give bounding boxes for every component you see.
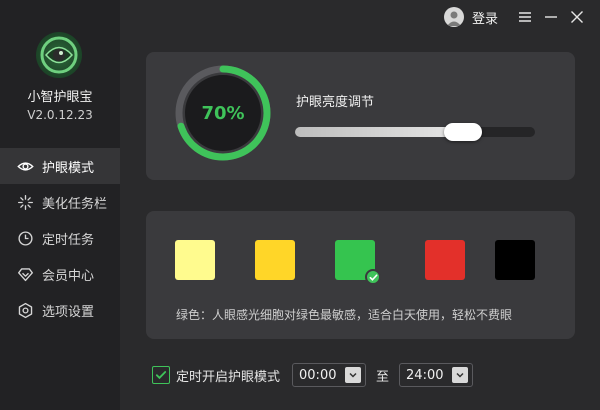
login-button[interactable]: 登录 xyxy=(443,7,498,27)
sidebar-item-taskbar[interactable]: 美化任务栏 xyxy=(0,184,120,220)
app-logo-icon xyxy=(36,32,82,78)
color-description: 绿色：人眼感光细胞对绿色最敏感，适合白天使用，轻松不费眼 xyxy=(176,308,513,322)
login-label: 登录 xyxy=(471,11,498,27)
avatar-icon xyxy=(443,7,464,27)
brightness-card: 70% 护眼亮度调节 xyxy=(146,52,575,180)
brightness-value: 70% xyxy=(201,102,245,124)
end-time-value: 24:00 xyxy=(406,367,444,383)
menu-button[interactable] xyxy=(512,0,538,34)
sparkle-icon xyxy=(16,193,34,211)
diamond-icon xyxy=(16,265,34,283)
sidebar-item-eye-mode[interactable]: 护眼模式 xyxy=(0,148,120,184)
chevron-down-icon xyxy=(452,367,469,383)
swatch-pale-yellow[interactable] xyxy=(175,240,215,280)
to-label: 至 xyxy=(376,369,390,385)
sidebar-nav: 护眼模式 美化任务栏 定时任务 会员中心 选项设置 xyxy=(0,148,120,328)
app-version: V2.0.12.23 xyxy=(27,108,93,122)
menu-icon xyxy=(519,12,531,22)
minimize-button[interactable] xyxy=(538,0,564,34)
swatch-yellow[interactable] xyxy=(255,240,295,280)
schedule-row: 定时开启护眼模式 00:00 至 24:00 xyxy=(152,362,474,388)
title-bar: 登录 xyxy=(443,0,600,34)
sidebar-item-label: 选项设置 xyxy=(42,304,95,320)
minimize-icon xyxy=(545,16,557,18)
schedule-checkbox[interactable] xyxy=(152,366,170,384)
swatch-red[interactable] xyxy=(425,240,465,280)
sidebar-item-label: 定时任务 xyxy=(42,232,95,248)
check-icon xyxy=(155,371,167,380)
slider-fill xyxy=(295,127,463,137)
slider-thumb[interactable] xyxy=(444,123,482,141)
close-button[interactable] xyxy=(564,0,590,34)
sidebar-item-label: 会员中心 xyxy=(42,268,95,284)
sidebar-item-settings[interactable]: 选项设置 xyxy=(0,292,120,328)
sidebar-item-member[interactable]: 会员中心 xyxy=(0,256,120,292)
swatch-green[interactable] xyxy=(335,240,381,285)
sidebar-item-label: 美化任务栏 xyxy=(42,196,108,212)
end-time-select[interactable]: 24:00 xyxy=(399,363,474,387)
clock-icon xyxy=(16,229,34,247)
swatch-black[interactable] xyxy=(495,240,535,280)
sidebar: 小智护眼宝 V2.0.12.23 护眼模式 美化任务栏 定时任务 会员中心 选项… xyxy=(0,0,120,410)
brightness-ring: 70% xyxy=(174,64,272,162)
settings-icon xyxy=(16,301,34,319)
sidebar-item-label: 护眼模式 xyxy=(42,160,95,176)
close-icon xyxy=(571,11,583,23)
sidebar-item-timer[interactable]: 定时任务 xyxy=(0,220,120,256)
schedule-label: 定时开启护眼模式 xyxy=(176,369,281,385)
color-card: 绿色：人眼感光细胞对绿色最敏感，适合白天使用，轻松不费眼 xyxy=(146,211,575,339)
brightness-title: 护眼亮度调节 xyxy=(296,95,375,110)
selected-check-icon xyxy=(365,269,381,285)
chevron-down-icon xyxy=(345,367,362,383)
start-time-value: 00:00 xyxy=(299,367,337,383)
brightness-slider[interactable] xyxy=(295,123,535,141)
app-name: 小智护眼宝 xyxy=(27,90,93,105)
start-time-select[interactable]: 00:00 xyxy=(292,363,367,387)
eye-icon xyxy=(16,157,34,175)
